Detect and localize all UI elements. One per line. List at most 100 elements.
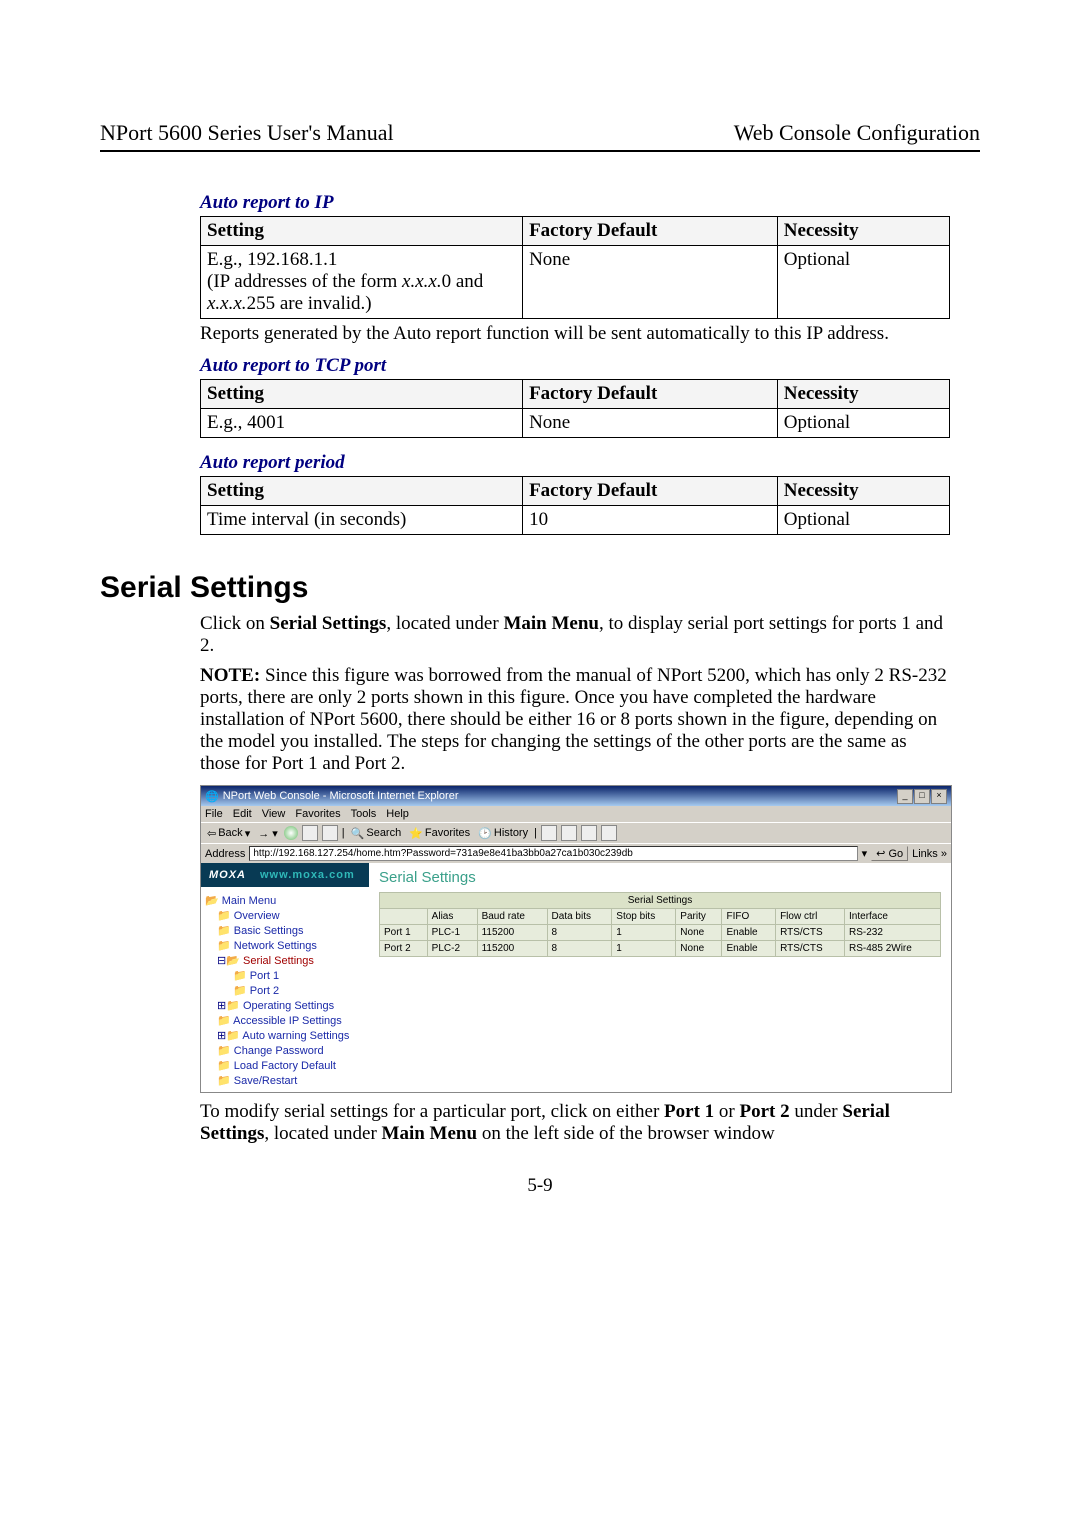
mail-icon[interactable] — [541, 825, 557, 841]
header-rule — [100, 150, 980, 152]
cell-factory: None — [523, 246, 778, 319]
tree-serial-settings[interactable]: ⊟📂 Serial Settings — [205, 953, 365, 968]
nav-tree: 📂 Main Menu 📁 Overview 📁 Basic Settings … — [205, 893, 365, 1088]
address-dropdown-icon[interactable]: ▾ — [862, 847, 868, 860]
cell-setting: Time interval (in seconds) — [201, 506, 523, 535]
setting-line2b: x.x.x. — [402, 271, 442, 292]
browser-window: 🌐 NPort Web Console - Microsoft Internet … — [200, 785, 952, 1093]
home-icon[interactable] — [322, 825, 338, 841]
cell-necessity: Optional — [777, 409, 949, 438]
tree-change-password[interactable]: 📁 Change Password — [205, 1043, 365, 1058]
maximize-button[interactable]: □ — [914, 789, 930, 804]
th-setting: Setting — [201, 217, 523, 246]
menu-edit[interactable]: Edit — [233, 808, 252, 820]
menu-tools[interactable]: Tools — [351, 808, 377, 820]
col-alias: Alias — [427, 909, 477, 925]
tree-network-settings[interactable]: 📁 Network Settings — [205, 938, 365, 953]
folder-icon: 📁 — [217, 1075, 231, 1087]
page-number: 5-9 — [100, 1175, 980, 1197]
cell-factory: 10 — [523, 506, 778, 535]
menu-file[interactable]: File — [205, 808, 223, 820]
folder-icon: 📁 — [217, 1015, 231, 1027]
folder-icon: 📁 — [217, 910, 231, 922]
auto-report-ip-table: Setting Factory Default Necessity E.g., … — [200, 216, 950, 319]
setting-line2a: (IP addresses of the form — [207, 271, 402, 292]
auto-report-period-title: Auto report period — [200, 452, 950, 474]
folder-icon: 📁 — [217, 925, 231, 937]
th-factory: Factory Default — [523, 477, 778, 506]
col-stopbits: Stop bits — [612, 909, 676, 925]
favorites-button[interactable]: ⭐Favorites — [407, 827, 472, 840]
back-button[interactable]: ⇦ Back ▾ — [205, 827, 252, 840]
main-panel: Serial Settings Serial Settings Alias Ba… — [369, 863, 951, 1092]
menubar: File Edit View Favorites Tools Help — [201, 806, 951, 822]
setting-line1: E.g., 192.168.1.1 — [207, 249, 337, 270]
folder-icon: 📁 — [226, 1030, 240, 1042]
tree-basic-settings[interactable]: 📁 Basic Settings — [205, 923, 365, 938]
menu-help[interactable]: Help — [386, 808, 409, 820]
setting-line2e: 255 are invalid.) — [247, 293, 372, 314]
auto-report-tcp-title: Auto report to TCP port — [200, 355, 950, 377]
cell-factory: None — [523, 409, 778, 438]
header-right: Web Console Configuration — [734, 120, 980, 146]
serial-p3: To modify serial settings for a particul… — [200, 1101, 950, 1145]
tree-save-restart[interactable]: 📁 Save/Restart — [205, 1073, 365, 1088]
menu-view[interactable]: View — [262, 808, 286, 820]
ie-icon: 🌐 — [205, 790, 219, 803]
col-port — [380, 909, 428, 925]
discuss-icon[interactable] — [601, 825, 617, 841]
tree-auto-warning[interactable]: ⊞📁 Auto warning Settings — [205, 1028, 365, 1043]
folder-icon: 📂 — [205, 895, 219, 907]
cell-necessity: Optional — [777, 246, 949, 319]
window-title: NPort Web Console - Microsoft Internet E… — [223, 790, 459, 802]
tree-operating-settings[interactable]: ⊞📁 Operating Settings — [205, 998, 365, 1013]
table-row[interactable]: Port 2 PLC-2 115200 8 1 None Enable RTS/… — [380, 941, 941, 957]
close-button[interactable]: × — [931, 789, 947, 804]
tree-port-1[interactable]: 📁 Port 1 — [205, 968, 365, 983]
th-setting: Setting — [201, 477, 523, 506]
refresh-icon[interactable] — [302, 825, 318, 841]
tree-accessible-ip[interactable]: 📁 Accessible IP Settings — [205, 1013, 365, 1028]
table-row[interactable]: Port 1 PLC-1 115200 8 1 None Enable RTS/… — [380, 925, 941, 941]
th-factory: Factory Default — [523, 217, 778, 246]
tree-overview[interactable]: 📁 Overview — [205, 908, 365, 923]
auto-report-period-table: Setting Factory Default Necessity Time i… — [200, 476, 950, 535]
edit-icon[interactable] — [581, 825, 597, 841]
forward-button[interactable]: → ▾ — [256, 827, 280, 840]
setting-line2c: 0 and — [442, 271, 484, 292]
tree-load-factory-default[interactable]: 📁 Load Factory Default — [205, 1058, 365, 1073]
print-icon[interactable] — [561, 825, 577, 841]
folder-icon: 📁 — [226, 1000, 240, 1012]
moxa-url: www.moxa.com — [260, 869, 355, 881]
address-input[interactable]: http://192.168.127.254/home.htm?Password… — [249, 846, 857, 861]
search-button[interactable]: 🔍Search — [349, 827, 404, 840]
col-fifo: FIFO — [722, 909, 776, 925]
table-caption: Serial Settings — [380, 893, 941, 909]
links-label[interactable]: Links » — [912, 848, 947, 860]
moxa-logo: MOXA — [209, 869, 246, 881]
serial-settings-heading: Serial Settings — [100, 571, 980, 605]
header-left: NPort 5600 Series User's Manual — [100, 120, 394, 146]
cell-necessity: Optional — [777, 506, 949, 535]
menu-favorites[interactable]: Favorites — [295, 808, 340, 820]
cell-setting: E.g., 4001 — [201, 409, 523, 438]
col-databits: Data bits — [547, 909, 612, 925]
th-factory: Factory Default — [523, 380, 778, 409]
col-parity: Parity — [676, 909, 722, 925]
cell-setting: E.g., 192.168.1.1 (IP addresses of the f… — [201, 246, 523, 319]
moxa-banner: MOXA www.moxa.com — [201, 863, 369, 887]
history-button[interactable]: 🕑History — [476, 827, 530, 840]
go-button[interactable]: ↩ Go — [871, 846, 908, 861]
th-necessity: Necessity — [777, 217, 949, 246]
titlebar: 🌐 NPort Web Console - Microsoft Internet … — [201, 786, 951, 806]
address-label: Address — [205, 848, 245, 860]
address-bar: Address http://192.168.127.254/home.htm?… — [201, 843, 951, 863]
tree-main-menu[interactable]: 📂 Main Menu — [205, 893, 365, 908]
tree-port-2[interactable]: 📁 Port 2 — [205, 983, 365, 998]
col-baud: Baud rate — [477, 909, 547, 925]
th-necessity: Necessity — [777, 477, 949, 506]
stop-icon[interactable] — [284, 826, 298, 840]
toolbar: ⇦ Back ▾ → ▾ | 🔍Search ⭐Favorites 🕑Histo… — [201, 822, 951, 843]
minimize-button[interactable]: _ — [897, 789, 913, 804]
folder-icon: 📁 — [217, 1060, 231, 1072]
